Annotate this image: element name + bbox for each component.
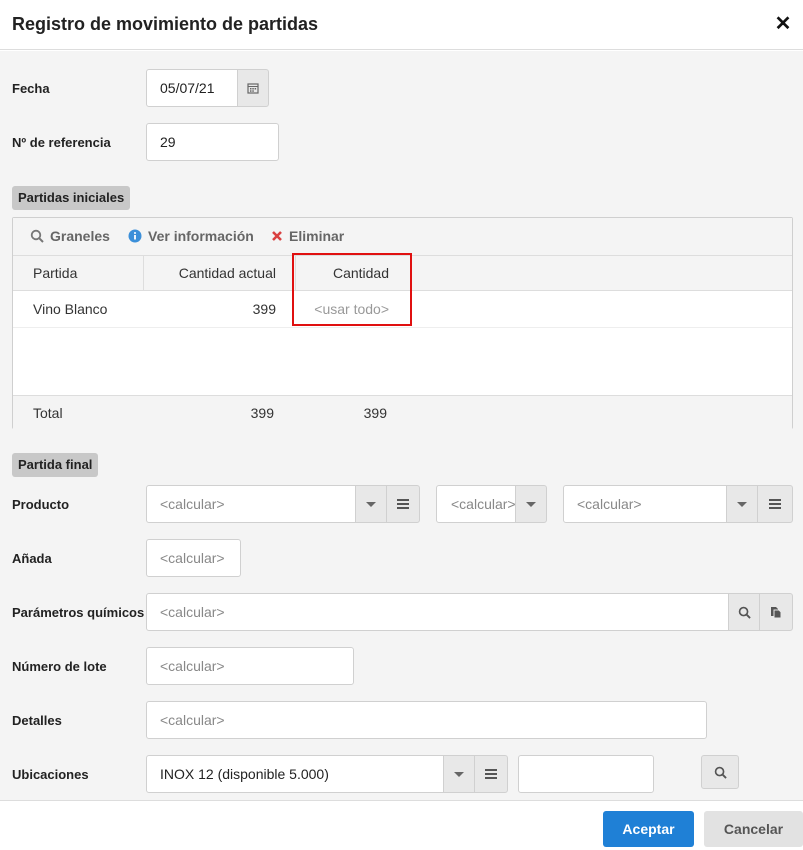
lote-input[interactable]: <calcular> — [146, 647, 354, 685]
ver-informacion-label: Ver información — [148, 228, 254, 244]
total-cantidad-actual: 399 — [250, 405, 274, 421]
search-icon[interactable] — [728, 593, 760, 631]
menu-icon[interactable] — [386, 485, 420, 523]
chevron-down-icon[interactable] — [355, 485, 387, 523]
total-label: Total — [33, 405, 63, 421]
grid-footer: Total 399 399 — [13, 395, 792, 429]
referencia-input[interactable]: 29 — [146, 123, 279, 161]
calendar-icon[interactable] — [237, 69, 269, 107]
menu-icon[interactable] — [757, 485, 793, 523]
dialog-title: Registro de movimiento de partidas — [12, 14, 319, 34]
eliminar-label: Eliminar — [289, 228, 345, 244]
search-icon — [30, 229, 44, 243]
grid-empty-area — [13, 327, 792, 395]
cancel-button[interactable]: Cancelar — [704, 811, 803, 847]
producto-input[interactable]: <calcular> — [146, 485, 356, 523]
search-icon[interactable] — [701, 755, 739, 789]
anada-label: Añada — [12, 551, 52, 566]
info-icon — [128, 229, 142, 243]
chevron-down-icon[interactable] — [726, 485, 758, 523]
referencia-label: Nº de referencia — [12, 135, 111, 150]
col-cantidad-actual[interactable]: Cantidad actual — [143, 256, 276, 291]
partidas-iniciales-tag: Partidas iniciales — [12, 186, 131, 210]
accept-button[interactable]: Aceptar — [603, 811, 694, 847]
fecha-label: Fecha — [12, 81, 50, 96]
total-cantidad: 399 — [363, 405, 387, 421]
fecha-input[interactable]: 05/07/21 — [146, 69, 238, 107]
lote-label: Número de lote — [12, 659, 107, 674]
col-partida[interactable]: Partida — [33, 256, 77, 291]
delete-icon — [272, 231, 282, 241]
highlight-box — [292, 253, 412, 326]
chevron-down-icon[interactable] — [443, 755, 475, 793]
chevron-down-icon[interactable] — [515, 485, 547, 523]
menu-icon[interactable] — [474, 755, 508, 793]
detalles-input[interactable]: <calcular> — [146, 701, 707, 739]
grid-toolbar: Graneles Ver información Eliminar — [13, 218, 792, 256]
producto-input-2[interactable]: <calcular> — [436, 485, 516, 523]
eliminar-button[interactable]: Eliminar — [271, 228, 344, 244]
ubicaciones-extra-input[interactable] — [518, 755, 654, 793]
detalles-label: Detalles — [12, 713, 62, 728]
anada-input[interactable]: <calcular> — [146, 539, 241, 577]
producto-label: Producto — [12, 497, 70, 512]
close-icon[interactable]: ✕ — [773, 12, 793, 36]
dialog-header: Registro de movimiento de partidas ✕ — [0, 0, 803, 50]
cell-cantidad-actual: 399 — [252, 301, 276, 317]
copy-icon[interactable] — [759, 593, 793, 631]
ver-informacion-button[interactable]: Ver información — [128, 228, 254, 244]
ubicaciones-select[interactable]: INOX 12 (disponible 5.000) — [146, 755, 444, 793]
ubicaciones-label: Ubicaciones — [12, 767, 89, 782]
graneles-label: Graneles — [50, 228, 110, 244]
graneles-button[interactable]: Graneles — [30, 228, 110, 244]
partida-final-tag: Partida final — [12, 453, 99, 477]
parametros-input[interactable]: <calcular> — [146, 593, 729, 631]
producto-input-3[interactable]: <calcular> — [563, 485, 727, 523]
cell-partida: Vino Blanco — [33, 301, 108, 317]
parametros-label: Parámetros químicos — [12, 605, 145, 620]
